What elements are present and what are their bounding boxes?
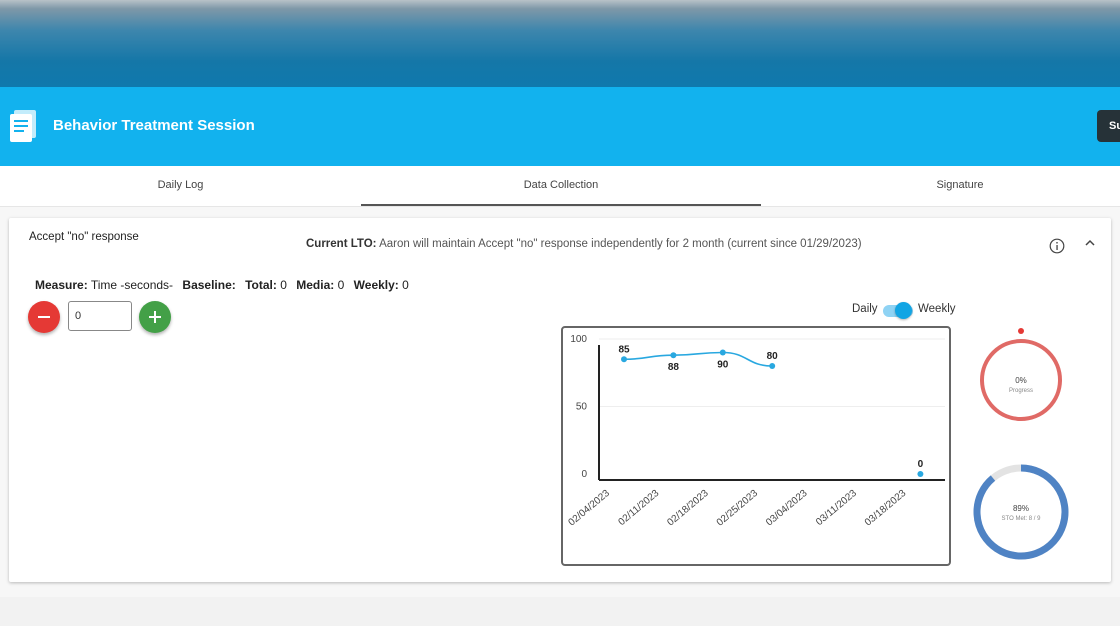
data-label: 85: [618, 344, 630, 355]
y-tick-label: 50: [576, 402, 588, 413]
data-label: 90: [717, 360, 729, 371]
media-value: 0: [337, 278, 345, 292]
decrement-button[interactable]: [28, 301, 60, 333]
weekly-value: 0: [402, 278, 409, 292]
current-lto-text: Aaron will maintain Accept "no" response…: [379, 238, 862, 250]
baseline-label: Baseline:: [182, 278, 236, 292]
progress-label: Progress: [1009, 388, 1033, 394]
data-label: 0: [918, 459, 924, 470]
total-label: Total:: [245, 278, 277, 292]
sto-value: 89%: [1013, 504, 1029, 513]
data-label: 88: [668, 362, 680, 373]
chevron-up-icon[interactable]: [1083, 236, 1097, 250]
main-content: Accept "no" response Current LTO: Aaron …: [0, 207, 1120, 597]
value-input[interactable]: [68, 301, 132, 331]
trend-chart: 0 50 100 02/04/2023 02/11/2023 02/18/2023 02/2…: [561, 326, 951, 566]
progress-value: 0%: [1015, 376, 1027, 385]
x-tick-label: 02/04/2023: [567, 488, 613, 529]
increment-button[interactable]: [139, 301, 171, 333]
progress-ring: 0% Progress: [980, 328, 1062, 421]
measure-value: Time -seconds-: [90, 278, 174, 292]
measure-label: Measure:: [35, 278, 88, 292]
x-tick-label: 03/11/2023: [814, 488, 859, 528]
goal-card: Accept "no" response Current LTO: Aaron …: [9, 218, 1111, 582]
document-icon: [10, 110, 36, 142]
info-icon[interactable]: [1049, 238, 1065, 254]
x-tick-label: 03/04/2023: [764, 488, 810, 529]
x-tick-label: 02/25/2023: [715, 488, 761, 529]
y-tick-label: 0: [581, 469, 587, 480]
toggle-knob[interactable]: [895, 302, 912, 319]
current-lto: Current LTO: Aaron will maintain Accept …: [306, 238, 862, 250]
toggle-weekly-label: Weekly: [918, 303, 956, 315]
weekly-label: Weekly:: [353, 278, 399, 292]
data-point: [621, 356, 627, 363]
series-line: [623, 351, 773, 367]
y-tick-label: 100: [570, 334, 587, 345]
total-value: 0: [280, 278, 287, 292]
x-tick-label: 02/11/2023: [616, 488, 661, 528]
x-tick-label: 03/18/2023: [863, 488, 909, 529]
submit-button[interactable]: Su: [1097, 110, 1120, 142]
sto-ring: 89% STO Met: 8 / 9: [973, 464, 1069, 560]
goal-name: Accept "no" response: [29, 231, 139, 243]
tab-bar: Daily Log Data Collection Signature: [0, 166, 1120, 207]
tab-signature[interactable]: Signature: [761, 166, 1120, 206]
data-label: 80: [767, 351, 779, 362]
data-point: [769, 363, 776, 369]
app-header: Behavior Treatment Session Su: [0, 87, 1120, 166]
measure-summary: Measure: Time -seconds- Baseline: Total:…: [35, 278, 415, 292]
sto-label: STO Met: 8 / 9: [1002, 516, 1042, 522]
progress-ring-marker: [1018, 328, 1024, 334]
tab-data-collection[interactable]: Data Collection: [361, 166, 761, 206]
media-label: Media:: [296, 278, 335, 292]
toggle-daily-label: Daily: [852, 303, 878, 315]
page-title: Behavior Treatment Session: [53, 117, 255, 134]
x-tick-label: 02/18/2023: [665, 488, 711, 529]
data-point: [719, 349, 726, 356]
current-lto-label: Current LTO:: [306, 238, 377, 250]
browser-video-background: [0, 0, 1120, 87]
tab-daily-log[interactable]: Daily Log: [0, 166, 361, 206]
data-point: [917, 471, 924, 477]
data-point: [670, 352, 677, 359]
line-chart-svg: 0 50 100 02/04/2023 02/11/2023 02/18/2023 02/2…: [567, 334, 945, 529]
